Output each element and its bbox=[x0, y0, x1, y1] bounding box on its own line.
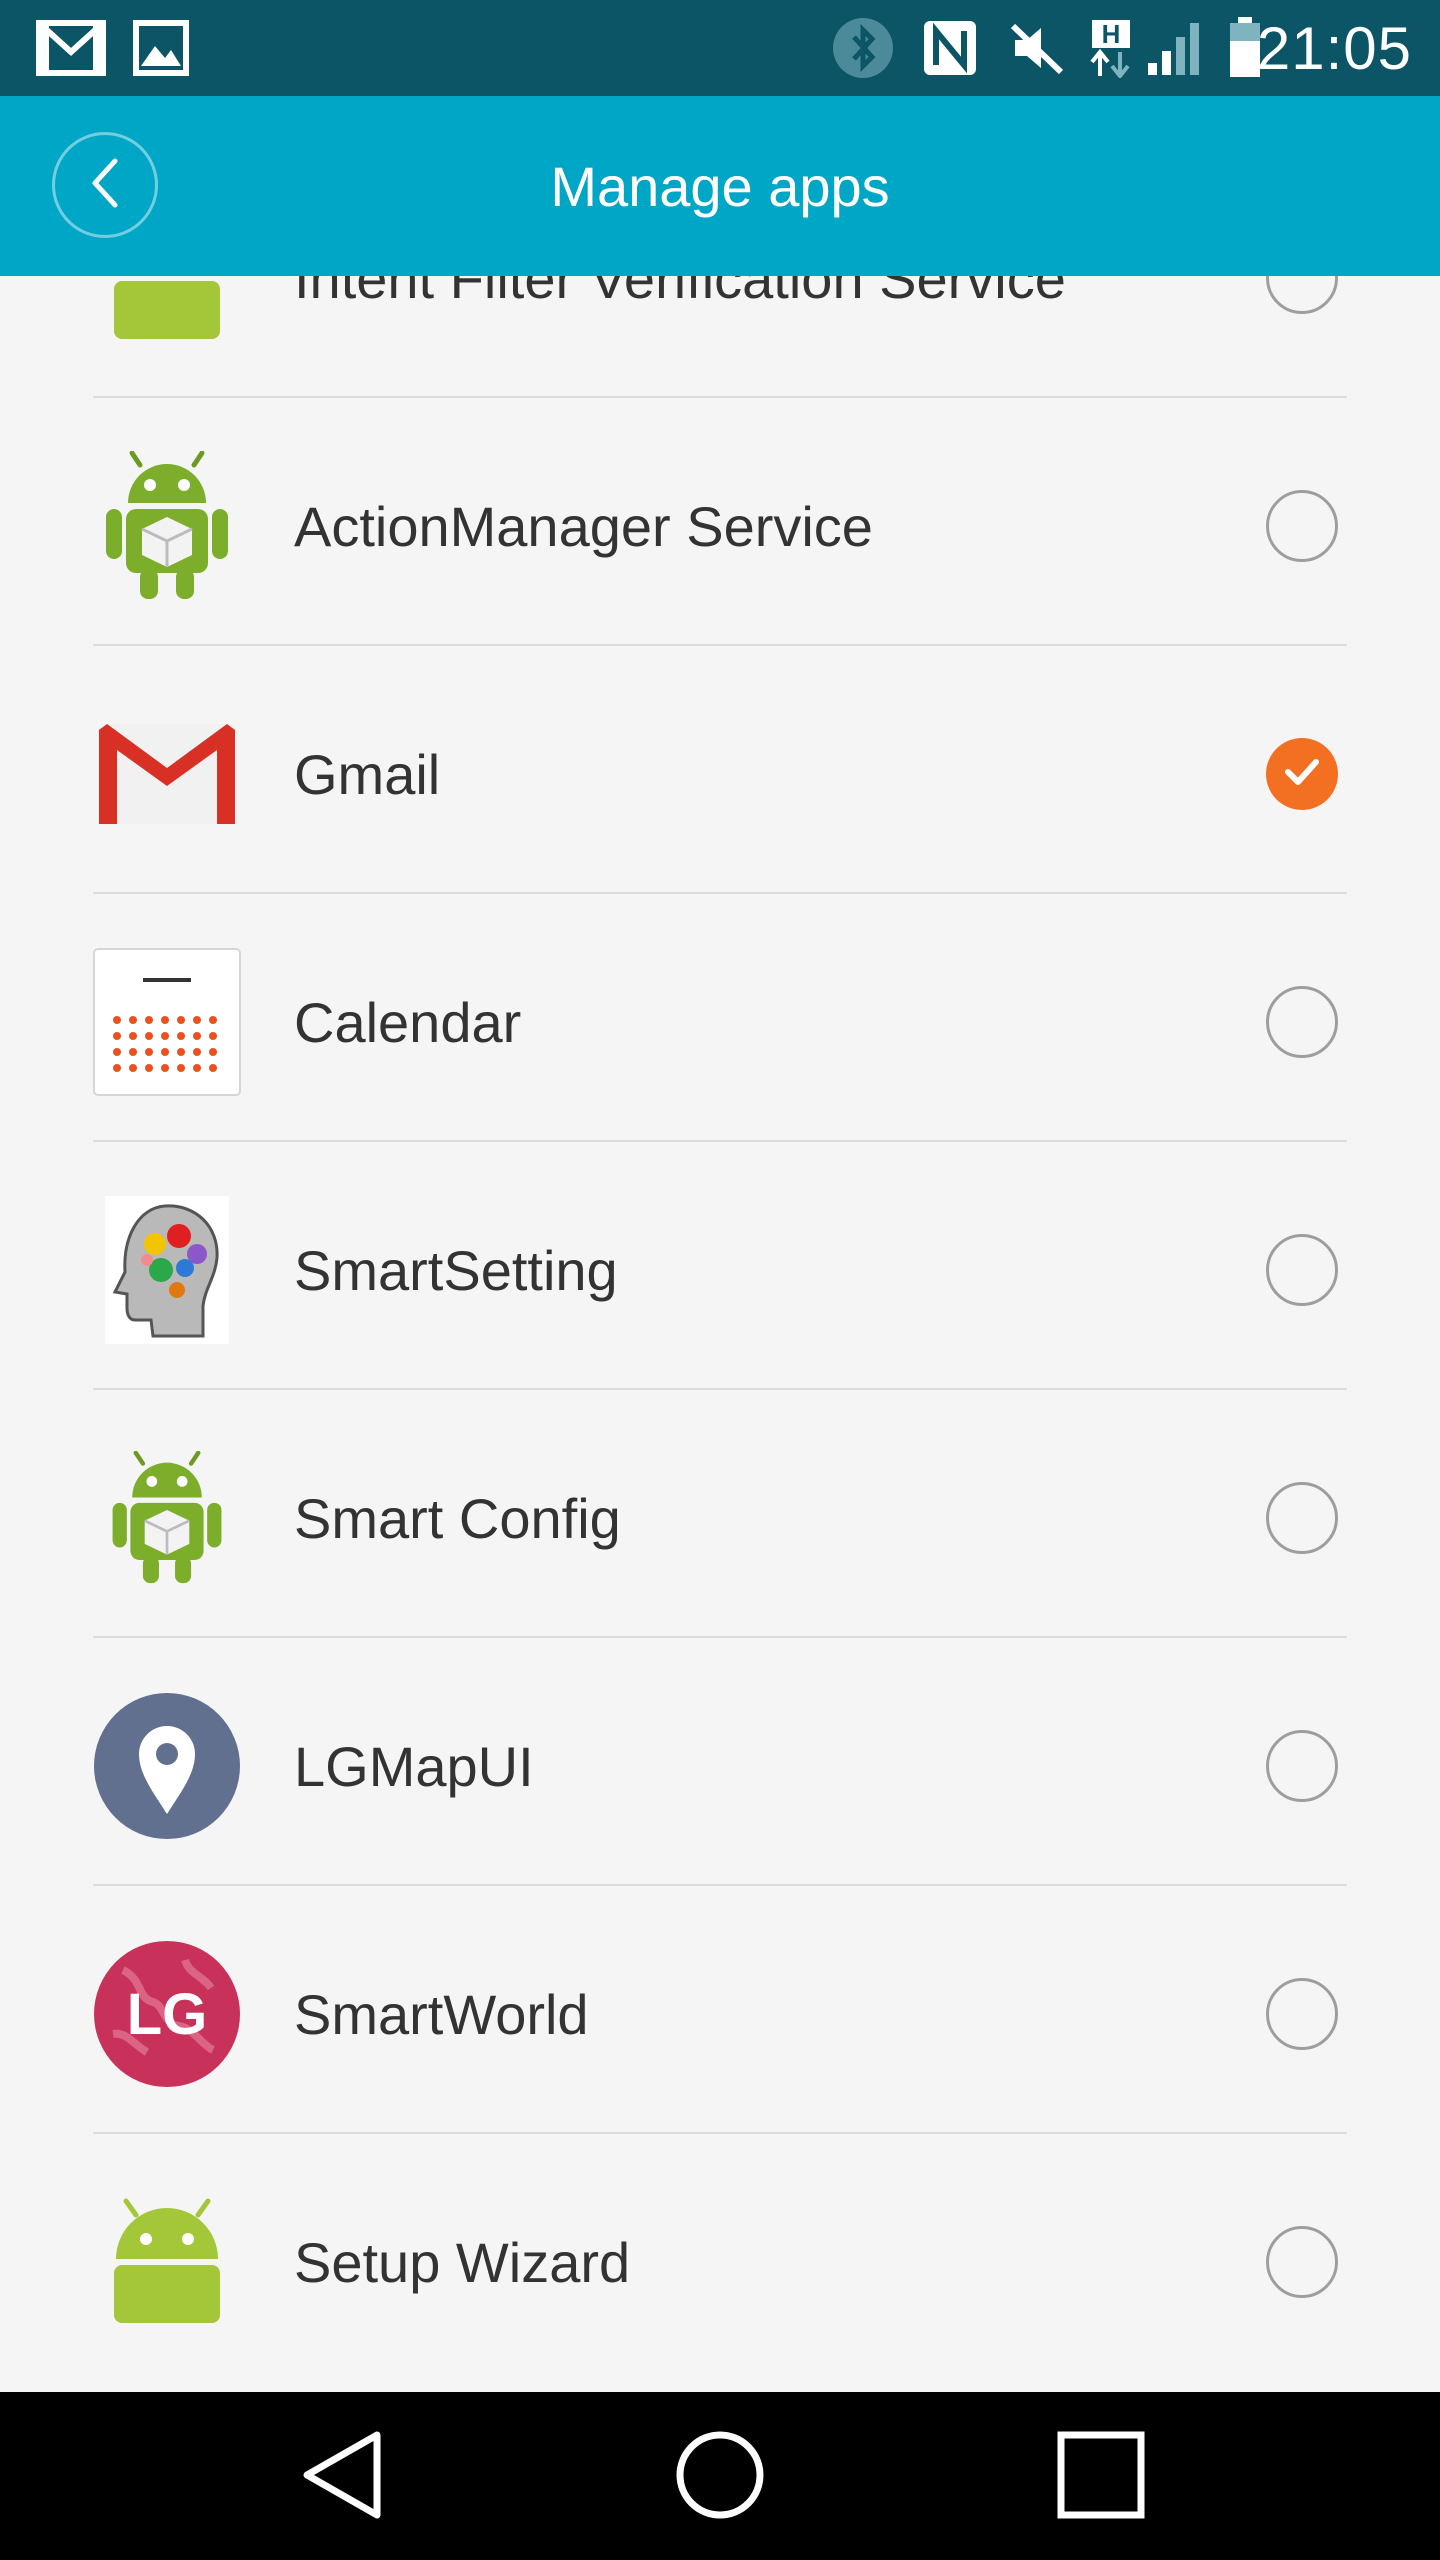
status-bar: H 21:05 bbox=[0, 0, 1440, 96]
list-item[interactable]: Calendar bbox=[0, 894, 1440, 1142]
mute-icon bbox=[1005, 18, 1069, 78]
lg-icon: LG bbox=[93, 1940, 241, 2088]
android-package-icon bbox=[93, 1444, 241, 1592]
bluetooth-icon bbox=[830, 18, 896, 78]
back-nav-button[interactable] bbox=[287, 2422, 397, 2532]
list-item[interactable]: Setup Wizard bbox=[0, 2134, 1440, 2382]
app-select-radio[interactable] bbox=[1266, 2226, 1338, 2298]
app-select-radio[interactable] bbox=[1266, 1730, 1338, 1802]
list-item[interactable]: LG SmartWorld bbox=[0, 1886, 1440, 2134]
smartsetting-icon bbox=[93, 1196, 241, 1344]
gmail-icon bbox=[93, 700, 241, 848]
list-item[interactable]: Smart Config bbox=[0, 1390, 1440, 1638]
app-select-radio[interactable] bbox=[1266, 738, 1338, 810]
lg-logo-text: LG bbox=[127, 1982, 208, 2047]
app-label: SmartSetting bbox=[294, 1239, 618, 1302]
app-select-radio[interactable] bbox=[1266, 490, 1338, 562]
home-nav-button[interactable] bbox=[665, 2422, 775, 2532]
list-item[interactable]: ActionManager Service bbox=[0, 398, 1440, 646]
android-icon bbox=[93, 276, 241, 352]
android-package-icon bbox=[93, 451, 241, 600]
app-select-radio[interactable] bbox=[1266, 1482, 1338, 1554]
list-item[interactable]: LGMapUI bbox=[0, 1638, 1440, 1886]
checkmark-icon bbox=[1282, 756, 1322, 793]
list-item[interactable]: Intent Filter Verification Service bbox=[0, 276, 1440, 398]
map-pin-icon bbox=[93, 1692, 241, 1840]
clock: 21:05 bbox=[1256, 15, 1412, 82]
recents-nav-icon bbox=[1056, 2430, 1146, 2525]
app-select-radio[interactable] bbox=[1266, 1234, 1338, 1306]
app-bar: Manage apps bbox=[0, 96, 1440, 276]
recents-nav-button[interactable] bbox=[1046, 2422, 1156, 2532]
signal-icon bbox=[1146, 18, 1204, 78]
app-select-radio[interactable] bbox=[1266, 1978, 1338, 2050]
android-icon bbox=[93, 2188, 241, 2336]
app-label: Smart Config bbox=[294, 1487, 621, 1550]
app-label: Calendar bbox=[294, 991, 522, 1054]
app-label: Gmail bbox=[294, 743, 441, 806]
h-data-icon: H bbox=[1086, 18, 1136, 78]
app-label: LGMapUI bbox=[294, 1735, 534, 1798]
list-item[interactable]: SmartSetting bbox=[0, 1142, 1440, 1390]
app-label: Setup Wizard bbox=[294, 2231, 631, 2294]
gmail-notification-icon bbox=[34, 18, 108, 78]
nfc-icon bbox=[920, 18, 980, 78]
svg-text:H: H bbox=[1102, 19, 1121, 49]
app-label: ActionManager Service bbox=[294, 495, 873, 558]
back-nav-icon bbox=[297, 2427, 387, 2528]
page-title: Manage apps bbox=[550, 155, 890, 218]
app-label: Intent Filter Verification Service bbox=[294, 276, 1066, 310]
navigation-bar bbox=[0, 2392, 1440, 2560]
app-select-radio[interactable] bbox=[1266, 276, 1338, 314]
app-list[interactable]: Intent Filter Verification Service Actio… bbox=[0, 276, 1440, 2392]
list-item[interactable]: Gmail bbox=[0, 646, 1440, 894]
home-nav-icon bbox=[674, 2429, 766, 2526]
calendar-icon bbox=[93, 948, 241, 1096]
app-label: SmartWorld bbox=[294, 1983, 589, 2046]
app-select-radio[interactable] bbox=[1266, 986, 1338, 1058]
image-notification-icon bbox=[130, 18, 192, 78]
